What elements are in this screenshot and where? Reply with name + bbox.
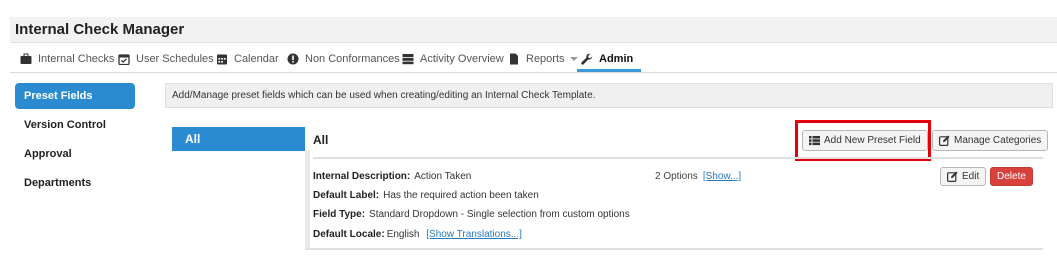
default-locale-row: Default Locale: English [Show Translation…: [313, 229, 522, 240]
field-label: Field Type:: [313, 209, 366, 220]
info-banner: Add/Manage preset fields which can be us…: [165, 83, 1053, 108]
category-item-all[interactable]: All: [172, 127, 305, 151]
manage-categories-label: Manage Categories: [954, 135, 1042, 146]
field-value: Standard Dropdown - Single selection fro…: [369, 209, 630, 220]
file-icon: [510, 53, 518, 65]
nav-item-admin[interactable]: Admin: [581, 50, 633, 68]
show-translations-link[interactable]: [Show Translations...]: [426, 229, 522, 240]
sidebar-item-preset-fields[interactable]: Preset Fields: [15, 83, 135, 109]
options-summary: 2 Options [Show...]: [655, 171, 741, 182]
sidebar-item-departments[interactable]: Departments: [15, 170, 135, 196]
briefcase-icon: [20, 53, 32, 64]
nav-label: Activity Overview: [420, 53, 504, 65]
nav-label: Non Conformances: [305, 53, 400, 65]
edit-button[interactable]: Edit: [940, 167, 987, 186]
app-header: Internal Check Manager: [10, 17, 1057, 43]
app-title: Internal Check Manager: [15, 21, 185, 38]
wrench-icon: [581, 53, 593, 65]
nav-label: User Schedules: [136, 53, 214, 65]
row-divider: [305, 248, 1043, 250]
edit-icon: [947, 171, 958, 182]
category-divider: [305, 150, 310, 250]
options-count: 2 Options: [655, 171, 698, 182]
field-value: Action Taken: [414, 171, 472, 182]
nav-label: Reports: [526, 53, 565, 65]
nav-label: Admin: [599, 53, 634, 65]
nav-item-calendar[interactable]: Calendar: [216, 50, 279, 68]
calendar-icon: [217, 54, 227, 65]
field-value: Has the required action been taken: [383, 190, 539, 201]
internal-description-row: Internal Description: Action Taken: [313, 171, 471, 182]
sidebar-item-version-control[interactable]: Version Control: [15, 112, 135, 138]
nav-item-non-conformances[interactable]: Non Conformances: [287, 50, 400, 68]
field-label: Default Label:: [313, 190, 380, 201]
options-show-link[interactable]: [Show...]: [703, 171, 741, 182]
chevron-down-icon: [569, 57, 578, 61]
server-icon: [402, 54, 414, 65]
nav-label: Internal Checks: [38, 53, 115, 65]
info-text: Add/Manage preset fields which can be us…: [172, 90, 596, 101]
nav-item-user-schedules[interactable]: User Schedules: [118, 50, 214, 68]
field-label: Default Locale:: [313, 229, 385, 240]
main-nav: Internal Checks User Schedules Calendar …: [10, 43, 1057, 73]
edit-icon: [939, 135, 950, 146]
nav-item-reports[interactable]: Reports: [508, 50, 578, 68]
field-type-row: Field Type: Standard Dropdown - Single se…: [313, 209, 630, 220]
manage-categories-button[interactable]: Manage Categories: [932, 130, 1049, 151]
category-label: All: [185, 132, 201, 146]
nav-label: Calendar: [234, 53, 279, 65]
nav-item-activity-overview[interactable]: Activity Overview: [402, 50, 504, 68]
sidebar: Preset Fields Version Control Approval D…: [15, 83, 135, 199]
delete-button[interactable]: Delete: [990, 167, 1033, 186]
exclamation-circle-icon: [287, 53, 299, 65]
header-divider: [313, 157, 1043, 159]
nav-item-internal-checks[interactable]: Internal Checks: [20, 50, 114, 68]
edit-label: Edit: [962, 171, 980, 182]
field-value: English: [386, 229, 420, 240]
active-tab-indicator: [577, 69, 641, 72]
field-label: Internal Description:: [313, 171, 411, 182]
calendar-check-icon: [118, 54, 130, 65]
sidebar-item-approval[interactable]: Approval: [15, 141, 135, 167]
default-label-row: Default Label: Has the required action be…: [313, 190, 539, 201]
delete-label: Delete: [997, 171, 1026, 182]
section-title: All: [313, 133, 329, 147]
highlight-annotation: [795, 120, 931, 161]
